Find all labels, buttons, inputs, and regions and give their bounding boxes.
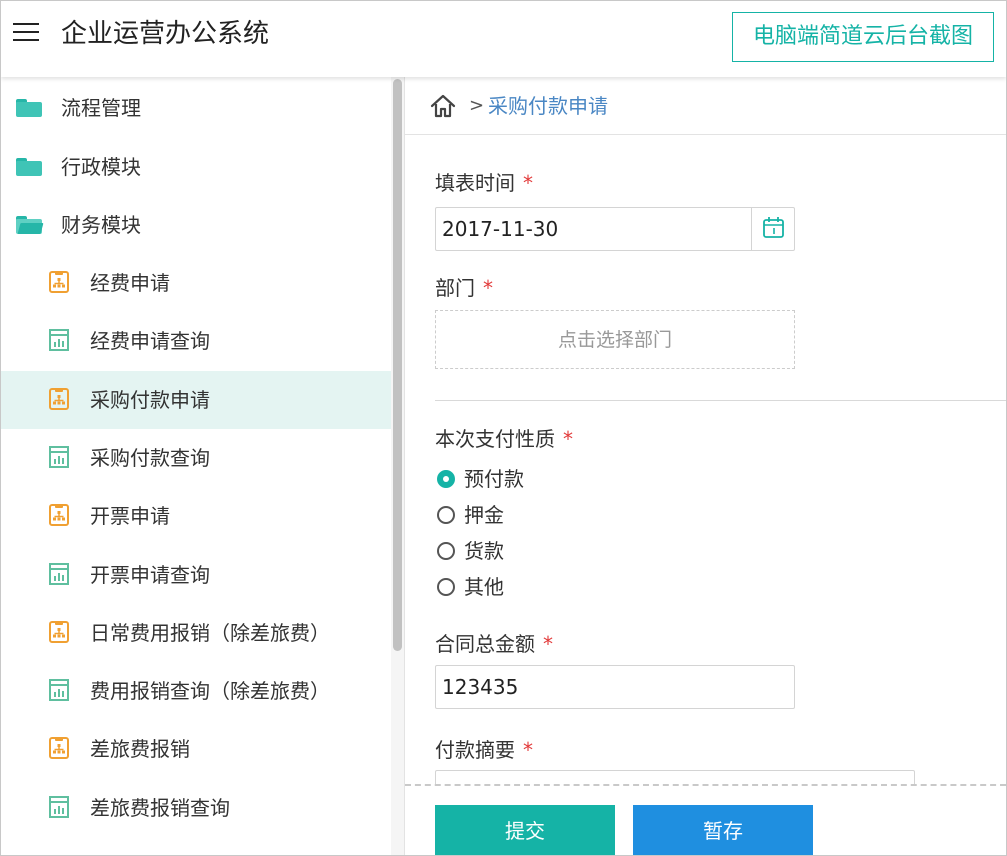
required-mark: * <box>483 276 493 300</box>
report-chart-icon <box>49 562 69 585</box>
scrollbar-thumb[interactable] <box>393 79 402 651</box>
radio-label: 预付款 <box>464 467 524 491</box>
folder-icon <box>16 158 42 176</box>
org-chart-form-icon <box>49 271 69 293</box>
report-chart-icon <box>49 679 69 702</box>
required-mark: * <box>543 632 553 656</box>
org-chart-form-icon <box>49 504 69 527</box>
sidebar-group-process[interactable]: 流程管理 <box>1 79 391 137</box>
app-window: 企业运营办公系统 电脑端简道云后台截图 流程管理 行政模块 财务模块 经费申请经… <box>0 0 1007 856</box>
sidebar-group-admin[interactable]: 行政模块 <box>1 138 391 196</box>
save-draft-button[interactable]: 暂存 <box>633 805 813 855</box>
radio-label: 货款 <box>464 539 504 563</box>
sidebar-group-label: 行政模块 <box>61 155 141 179</box>
screenshot-badge: 电脑端简道云后台截图 <box>732 12 994 62</box>
date-input[interactable] <box>435 207 795 251</box>
summary-field-label: 付款摘要 * <box>435 738 533 762</box>
radio-circle <box>437 542 455 560</box>
date-field-label: 填表时间 * <box>435 171 533 195</box>
folder-open-icon <box>16 216 44 234</box>
sidebar-item-travel-reimbursement-query[interactable]: 差旅费报销查询 <box>1 779 391 837</box>
sidebar-item-daily-reimbursement[interactable]: 日常费用报销（除差旅费） <box>1 604 391 662</box>
sidebar-item-invoice-query[interactable]: 开票申请查询 <box>1 546 391 604</box>
folder-icon <box>16 99 42 117</box>
breadcrumb: > 采购付款申请 <box>405 77 1006 135</box>
app-title: 企业运营办公系统 <box>61 19 270 49</box>
sidebar-item-invoice-apply[interactable]: 开票申请 <box>1 487 391 545</box>
sidebar-item-expense-query[interactable]: 经费申请查询 <box>1 312 391 370</box>
sidebar-scrollbar[interactable] <box>391 77 404 855</box>
dept-picker[interactable]: 点击选择部门 <box>435 310 795 369</box>
radio-circle <box>437 578 455 596</box>
sidebar-item-label: 开票申请 <box>90 504 170 529</box>
sidebar-item-label: 费用报销查询（除差旅费） <box>90 679 330 704</box>
sidebar: 流程管理 行政模块 财务模块 经费申请经费申请查询 采购付款申请 采购付款查询 开票申… <box>1 77 405 855</box>
payment-form: 填表时间* 部门* 点击选择部门 本次支付性质* 预付款 押金 <box>405 136 1006 786</box>
org-chart-form-icon <box>49 737 69 760</box>
top-header: 企业运营办公系统 电脑端简道云后台截图 <box>1 1 1006 77</box>
sidebar-item-label: 差旅费报销 <box>90 737 190 762</box>
sidebar-item-label: 开票申请查询 <box>90 562 210 587</box>
sidebar-item-label: 日常费用报销（除差旅费） <box>90 620 330 645</box>
report-chart-icon <box>49 795 69 818</box>
dept-field-label: 部门 * <box>435 276 493 300</box>
breadcrumb-separator: > <box>469 95 485 116</box>
amount-field-label: 合同总金额 * <box>435 632 553 656</box>
sidebar-item-label: 差旅费报销查询 <box>90 795 230 820</box>
sidebar-item-label: 采购付款查询 <box>90 445 210 470</box>
sidebar-item-expense-apply[interactable]: 经费申请 <box>1 254 391 312</box>
radio-label: 押金 <box>464 503 504 527</box>
report-chart-icon <box>49 329 69 352</box>
org-chart-form-icon <box>49 387 69 410</box>
amount-input[interactable] <box>435 665 795 709</box>
hamburger-menu-icon[interactable] <box>13 23 39 45</box>
submit-button[interactable]: 提交 <box>435 805 615 855</box>
sidebar-item-travel-reimbursement[interactable]: 差旅费报销 <box>1 720 391 778</box>
home-icon[interactable] <box>429 93 457 119</box>
breadcrumb-current[interactable]: 采购付款申请 <box>488 77 608 135</box>
sidebar-item-reimbursement-query[interactable]: 费用报销查询（除差旅费） <box>1 662 391 720</box>
sidebar-item-label: 经费申请查询 <box>90 329 210 354</box>
divider <box>435 400 1006 401</box>
payment-type-label: 本次支付性质 * <box>435 427 573 451</box>
sidebar-item-purchase-payment-apply[interactable]: 采购付款申请 <box>1 370 391 429</box>
calendar-icon[interactable] <box>751 207 795 251</box>
report-chart-icon <box>49 445 69 468</box>
sidebar-item-purchase-payment-query[interactable]: 采购付款查询 <box>1 429 391 487</box>
sidebar-item-label: 采购付款申请 <box>90 387 210 412</box>
required-mark: * <box>563 427 573 451</box>
required-mark: * <box>523 738 533 762</box>
radio-circle <box>437 506 455 524</box>
sidebar-group-label: 财务模块 <box>61 213 141 237</box>
radio-label: 其他 <box>464 575 504 599</box>
radio-circle <box>437 470 455 488</box>
sidebar-group-label: 流程管理 <box>61 96 141 120</box>
sidebar-item-label: 经费申请 <box>90 271 170 295</box>
org-chart-form-icon <box>49 620 69 643</box>
required-mark: * <box>523 171 533 195</box>
action-bar: 提交 暂存 <box>405 784 1006 855</box>
sidebar-group-finance[interactable]: 财务模块 <box>1 196 391 254</box>
